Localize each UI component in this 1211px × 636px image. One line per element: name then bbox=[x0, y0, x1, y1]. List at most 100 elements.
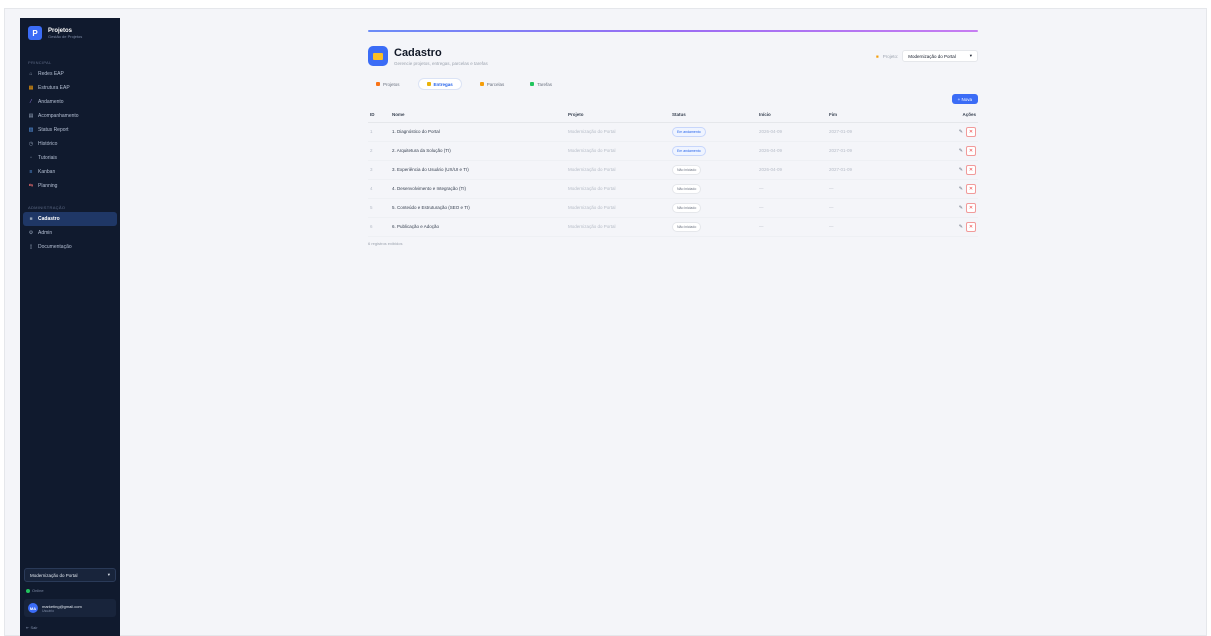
sidebar-item-historico[interactable]: ◷ Histórico bbox=[20, 137, 120, 151]
tab-projetos[interactable]: Projetos bbox=[368, 78, 408, 90]
brand-logo-icon: P bbox=[28, 26, 42, 40]
tab-label: Parcelas bbox=[486, 81, 505, 87]
cell-nome: 3. Experiência do Usuário (UX/UI e TI) bbox=[392, 160, 568, 180]
section-label-admin: Administração bbox=[28, 205, 66, 210]
cell-inicio: 2026-04-09 bbox=[759, 122, 829, 142]
edit-icon[interactable]: ✎ bbox=[959, 129, 963, 135]
column-header-nome[interactable]: Nome bbox=[392, 108, 568, 123]
chevron-down-icon: ▾ bbox=[107, 572, 110, 577]
cell-fim: — bbox=[829, 179, 915, 199]
cell-fim: — bbox=[829, 198, 915, 218]
logout-label: Sair bbox=[30, 625, 38, 630]
sidebar-item-andamento[interactable]: ⁄ Andamento bbox=[20, 95, 120, 109]
cell-nome: 5. Conteúdo e Estruturação (SEO e TI) bbox=[392, 198, 568, 218]
logout-icon: ⇤ bbox=[26, 625, 30, 630]
sidebar-item-planning[interactable]: ⇆ Planning bbox=[20, 179, 120, 193]
kanban-icon: ≡ bbox=[29, 169, 33, 175]
new-button[interactable]: + Nova bbox=[951, 94, 978, 104]
redes-eap-icon: ⌂ bbox=[29, 71, 33, 77]
tab-entregas[interactable]: Entregas bbox=[417, 78, 462, 90]
cell-inicio: — bbox=[759, 217, 829, 237]
sidebar-item-label: Estrutura EAP bbox=[38, 85, 70, 91]
cell-id: 3 bbox=[368, 160, 392, 180]
project-select-value: Modernização do Portal bbox=[908, 53, 956, 59]
online-status: Online bbox=[26, 588, 114, 593]
sidebar-project-value: Modernização do Portal bbox=[30, 572, 78, 578]
logout-button[interactable]: ⇤ Sair bbox=[24, 625, 116, 630]
edit-icon[interactable]: ✎ bbox=[959, 205, 963, 211]
status-badge: Não iniciado bbox=[672, 183, 702, 194]
delete-icon[interactable]: ✕ bbox=[966, 126, 976, 137]
cell-projeto: Modernização do Portal bbox=[568, 198, 672, 218]
folder-icon bbox=[368, 46, 388, 66]
delete-icon[interactable]: ✕ bbox=[966, 145, 976, 156]
project-select[interactable]: Modernização do Portal ▾ bbox=[902, 50, 978, 62]
page-header: Cadastro Gerencie projetos, entregas, pa… bbox=[368, 46, 978, 66]
table-row[interactable]: 4 4. Desenvolvimento e Integração (TI) Mod… bbox=[368, 179, 978, 199]
tab-tarefas[interactable]: Tarefas bbox=[522, 78, 560, 90]
brand-subtitle: Gestão de Projetos bbox=[48, 33, 83, 39]
table-row[interactable]: 2 2. Arquitetura da Solução (TI) Moderniza… bbox=[368, 141, 978, 161]
acompanhamento-icon: ▤ bbox=[28, 113, 34, 119]
sidebar-item-cadastro[interactable]: ■ Cadastro bbox=[23, 212, 117, 226]
cell-id: 5 bbox=[368, 198, 392, 218]
column-header-acoes: Ações bbox=[915, 108, 978, 123]
parcelas-icon bbox=[479, 82, 484, 86]
sidebar-item-redes-eap[interactable]: ⌂ Redes EAP bbox=[20, 67, 120, 81]
project-filter-label: Projeto: bbox=[882, 53, 899, 59]
main-content: Cadastro Gerencie projetos, entregas, pa… bbox=[368, 30, 978, 246]
tarefas-icon bbox=[530, 82, 535, 86]
column-header-projeto[interactable]: Projeto bbox=[568, 108, 672, 123]
section-label-main: Principal bbox=[28, 60, 52, 65]
delete-icon[interactable]: ✕ bbox=[966, 202, 976, 213]
status-badge: Não iniciado bbox=[672, 202, 702, 213]
page-title: Cadastro bbox=[394, 46, 442, 59]
sidebar-item-admin[interactable]: ⚙ Admin bbox=[20, 226, 120, 240]
edit-icon[interactable]: ✎ bbox=[959, 186, 963, 192]
entregas-icon bbox=[426, 82, 431, 86]
status-badge: Não iniciado bbox=[672, 164, 702, 175]
tab-label: Entregas bbox=[433, 81, 453, 87]
brand[interactable]: P Projetos Gestão de Projetos bbox=[20, 18, 120, 48]
sidebar-item-estrutura-eap[interactable]: ▦ Estrutura EAP bbox=[20, 81, 120, 95]
cell-fim: 2027-01-09 bbox=[829, 141, 915, 161]
table-row[interactable]: 6 6. Publicação e Adoção Modernização do P… bbox=[368, 217, 978, 237]
page-subtitle: Gerencie projetos, entregas, parcelas e … bbox=[394, 60, 488, 66]
column-header-fim[interactable]: Fim bbox=[829, 108, 915, 123]
sidebar-project-select[interactable]: Modernização do Portal ▾ bbox=[24, 568, 116, 582]
sidebar-item-label: Andamento bbox=[38, 99, 64, 105]
sidebar-item-tutoriais[interactable]: ▫ Tutoriais bbox=[20, 151, 120, 165]
status-badge: Em andamento bbox=[672, 145, 706, 156]
table-row[interactable]: 3 3. Experiência do Usuário (UX/UI e TI) M… bbox=[368, 160, 978, 180]
sidebar-item-label: Histórico bbox=[38, 141, 58, 147]
accent-bar bbox=[368, 30, 978, 32]
cell-projeto: Modernização do Portal bbox=[568, 141, 672, 161]
table-row[interactable]: 5 5. Conteúdo e Estruturação (SEO e TI) Mo… bbox=[368, 198, 978, 218]
status-badge: Em andamento bbox=[672, 126, 706, 137]
column-header-status[interactable]: Status bbox=[672, 108, 759, 123]
cell-inicio: 2026-04-09 bbox=[759, 141, 829, 161]
tab-parcelas[interactable]: Parcelas bbox=[472, 78, 513, 90]
tab-label: Tarefas bbox=[537, 81, 553, 87]
delete-icon[interactable]: ✕ bbox=[966, 164, 976, 175]
edit-icon[interactable]: ✎ bbox=[959, 148, 963, 154]
projetos-icon bbox=[376, 82, 380, 86]
column-header-inicio[interactable]: Início bbox=[759, 108, 829, 123]
cell-nome: 4. Desenvolvimento e Integração (TI) bbox=[392, 179, 568, 199]
edit-icon[interactable]: ✎ bbox=[959, 224, 963, 230]
sidebar-item-kanban[interactable]: ≡ Kanban bbox=[20, 165, 120, 179]
table-row[interactable]: 1 1. Diagnóstico do Portal Modernização do… bbox=[368, 122, 978, 142]
user-role: Usuário bbox=[42, 608, 55, 613]
edit-icon[interactable]: ✎ bbox=[959, 167, 963, 173]
sidebar-item-label: Admin bbox=[38, 230, 53, 236]
sidebar-item-status-report[interactable]: ▥ Status Report bbox=[20, 123, 120, 137]
user-card[interactable]: MA marketing@gmail.com Usuário bbox=[24, 599, 116, 617]
sidebar-item-documentacao[interactable]: ▯ Documentação bbox=[20, 240, 120, 254]
deliveries-table: ID Nome Projeto Status Início Fim Ações … bbox=[368, 108, 978, 237]
sidebar-item-label: Status Report bbox=[38, 127, 69, 133]
delete-icon[interactable]: ✕ bbox=[966, 183, 976, 194]
column-header-id[interactable]: ID bbox=[368, 108, 392, 123]
delete-icon[interactable]: ✕ bbox=[966, 221, 976, 232]
sidebar-footer: Modernização do Portal ▾ Online MA marke… bbox=[20, 568, 120, 636]
sidebar-item-acompanhamento[interactable]: ▤ Acompanhamento bbox=[20, 109, 120, 123]
